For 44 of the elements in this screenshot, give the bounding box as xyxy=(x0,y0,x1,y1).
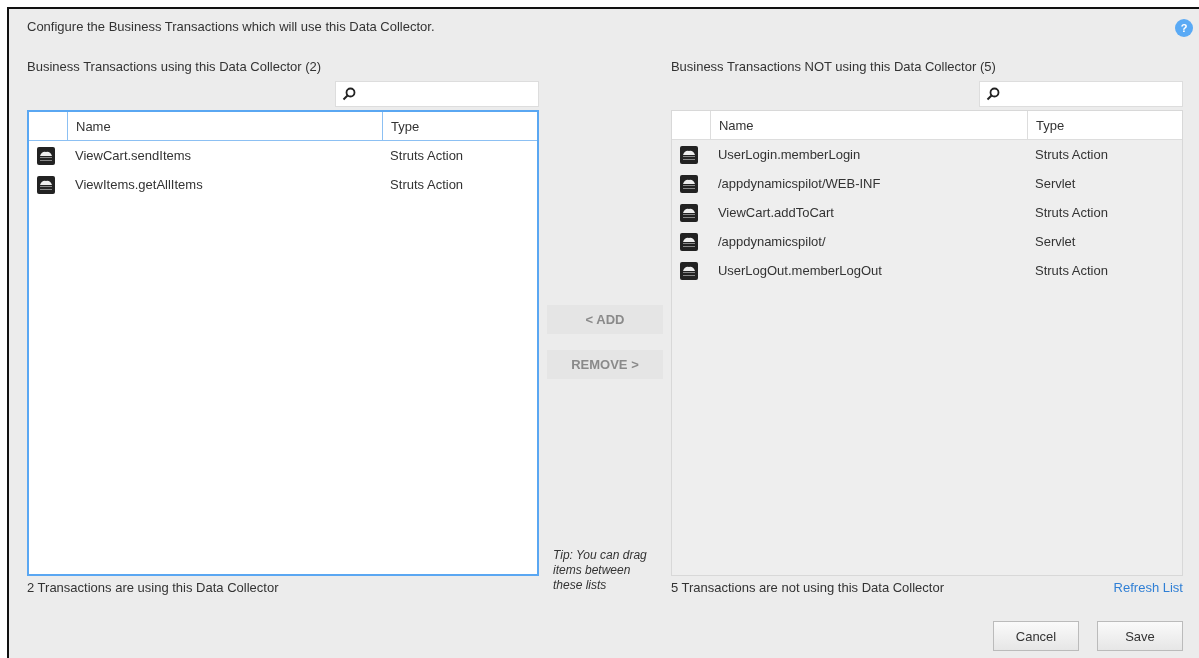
transaction-row[interactable]: UserLogOut.memberLogOut Struts Action xyxy=(671,256,1182,285)
table-cell-text: UserLogin.memberLogin xyxy=(716,147,862,162)
transaction-row[interactable]: /appdynamicspilot/ Servlet xyxy=(671,227,1182,256)
footer-text: 2 Transactions are using this Data Collector xyxy=(27,580,279,595)
search-icon xyxy=(986,87,1000,101)
search-icon xyxy=(342,87,357,101)
table-cell-text: Struts Action xyxy=(1034,263,1109,278)
transaction-row[interactable]: ViewCart.sendItems Struts Action xyxy=(29,141,538,170)
transaction-icon xyxy=(37,175,55,194)
table-cell-text: Servlet xyxy=(1034,234,1077,249)
transaction-icon xyxy=(679,261,698,280)
transaction-row[interactable]: UserLogin.memberLogin Struts Action xyxy=(671,140,1182,169)
column-header[interactable]: Name xyxy=(67,112,383,140)
column-header[interactable]: Type xyxy=(382,112,538,140)
table-cell-text: ViewItems.getAllItems xyxy=(74,177,204,192)
cancel-button[interactable]: Cancel xyxy=(993,621,1079,651)
intro-text: Configure the Business Transactions which will use this Data Collector. xyxy=(27,19,436,36)
search-field[interactable] xyxy=(335,81,540,107)
table-cell-text: Struts Action xyxy=(1034,147,1109,162)
transaction-icon xyxy=(37,146,55,165)
table-cell-text: /appdynamicspilot/ xyxy=(716,234,827,249)
footer-text: 5 Transactions are not using this Data Collector xyxy=(670,580,944,595)
tip-text: Tip: You can drag items between these lists xyxy=(553,548,648,593)
search-field[interactable] xyxy=(979,81,1183,107)
table-cell-text: Struts Action xyxy=(389,148,465,163)
table-cell-text: ViewCart.addToCart xyxy=(716,205,835,220)
table-cell-text: /appdynamicspilot/WEB-INF xyxy=(716,176,882,191)
save-button[interactable]: Save xyxy=(1097,621,1183,651)
column-header[interactable]: Type xyxy=(1027,111,1182,139)
table-cell-text: Servlet xyxy=(1034,176,1077,191)
transaction-icon xyxy=(679,145,698,164)
panel-title: Business Transactions using this Data Collector (2) xyxy=(27,59,323,76)
table-cell-text: ViewCart.sendItems xyxy=(74,148,193,163)
table-cell-text: UserLogOut.memberLogOut xyxy=(716,263,883,278)
transaction-icon xyxy=(679,203,698,222)
transaction-row[interactable]: /appdynamicspilot/WEB-INF Servlet xyxy=(671,169,1182,198)
transaction-icon xyxy=(679,232,698,251)
transaction-row[interactable]: ViewItems.getAllItems Struts Action xyxy=(29,170,538,199)
transaction-row[interactable]: ViewCart.addToCart Struts Action xyxy=(671,198,1182,227)
transaction-icon xyxy=(679,174,698,193)
table-cell-text: Struts Action xyxy=(389,177,465,192)
panel-title: Business Transactions NOT using this Data Collector (5) xyxy=(670,59,997,76)
table-cell-text: Struts Action xyxy=(1034,205,1109,220)
column-header[interactable]: Name xyxy=(709,111,1027,139)
